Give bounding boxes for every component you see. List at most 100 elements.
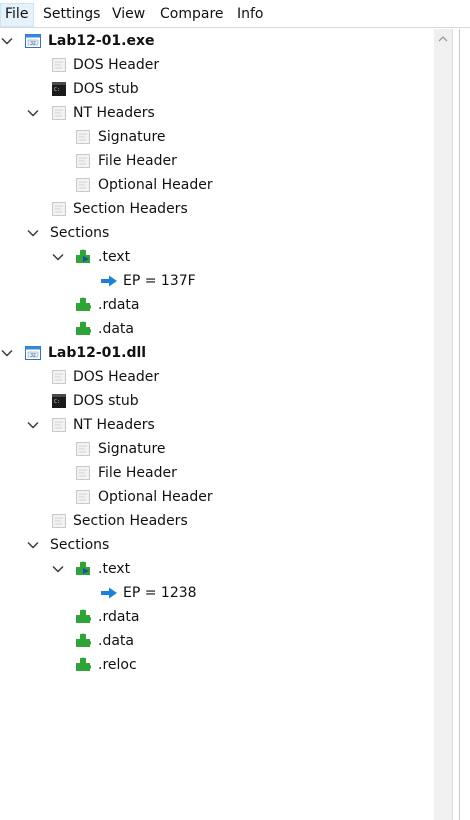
section-icon (74, 629, 92, 653)
menu-file[interactable]: File (0, 3, 34, 27)
tree-item[interactable]: Optional Header (0, 485, 434, 509)
svg-text:32: 32 (30, 41, 36, 47)
tree-item[interactable]: .rdata (0, 293, 434, 317)
tree-item-label: File Header (98, 465, 177, 481)
console-icon: C: (50, 77, 68, 101)
tree-item[interactable]: Signature (0, 437, 434, 461)
tree-item-label: DOS stub (73, 393, 139, 409)
tree-item[interactable]: EP = 137F (0, 269, 434, 293)
exe-window-icon: 32 (24, 29, 42, 53)
tree-item-label: EP = 1238 (123, 585, 197, 601)
tree-item-label: Optional Header (98, 489, 213, 505)
pe-structure-tree[interactable]: 32 Lab12-01.exe DOS Header C: DOS stub NT Hea… (0, 29, 434, 820)
tree-item-label: .rdata (98, 609, 140, 625)
tree-item[interactable]: Optional Header (0, 173, 434, 197)
tree-item-label: Optional Header (98, 177, 213, 193)
svg-text:C:: C: (54, 399, 60, 405)
svg-text:C:: C: (54, 87, 60, 93)
header-icon (74, 125, 92, 149)
section-icon (74, 605, 92, 629)
tree-item-label: DOS stub (73, 81, 139, 97)
chevron-down-icon[interactable] (0, 29, 14, 53)
tree-item[interactable]: Section Headers (0, 197, 434, 221)
tree-item[interactable]: Sections (0, 533, 434, 557)
header-icon (50, 509, 68, 533)
header-icon (74, 437, 92, 461)
tree-item[interactable]: File Header (0, 461, 434, 485)
vertical-scrollbar[interactable] (434, 29, 452, 820)
tree-item[interactable]: 32 Lab12-01.exe (0, 29, 434, 53)
menu-compare[interactable]: Compare (156, 3, 230, 27)
chevron-down-icon[interactable] (51, 245, 65, 269)
tree-item[interactable]: Sections (0, 221, 434, 245)
entry-section-icon (74, 557, 92, 581)
tree-item-label: Lab12-01.exe (48, 33, 155, 49)
header-icon (50, 197, 68, 221)
tree-item-label: .text (98, 249, 131, 265)
tree-item[interactable]: DOS Header (0, 365, 434, 389)
header-icon (74, 461, 92, 485)
menu-bar: File Settings View Compare Info (0, 0, 470, 28)
tree-item-label: File Header (98, 153, 177, 169)
tree-item[interactable]: NT Headers (0, 413, 434, 437)
section-icon (74, 653, 92, 677)
header-icon (50, 101, 68, 125)
adjacent-pane-edge (452, 29, 470, 820)
tree-item[interactable]: EP = 1238 (0, 581, 434, 605)
menu-info[interactable]: Info (233, 3, 269, 27)
tree-item[interactable]: .text (0, 245, 434, 269)
tree-item[interactable]: 32 Lab12-01.dll (0, 341, 434, 365)
tree-item-label: EP = 137F (123, 273, 196, 289)
header-icon (50, 365, 68, 389)
tree-item-label: DOS Header (73, 57, 160, 73)
tree-item[interactable]: C: DOS stub (0, 77, 434, 101)
entry-point-arrow-icon (100, 269, 118, 293)
tree-item-label: NT Headers (73, 417, 155, 433)
tree-item-label: .data (98, 321, 134, 337)
chevron-down-icon[interactable] (26, 101, 40, 125)
header-icon (50, 413, 68, 437)
menu-settings[interactable]: Settings (39, 3, 105, 27)
tree-item-label: Signature (98, 441, 166, 457)
svg-text:32: 32 (30, 353, 36, 359)
chevron-down-icon[interactable] (0, 341, 14, 365)
tree-item-label: Section Headers (73, 201, 188, 217)
header-icon (50, 53, 68, 77)
chevron-up-icon (438, 36, 448, 42)
tree-item[interactable]: Section Headers (0, 509, 434, 533)
header-icon (74, 149, 92, 173)
tree-item-label: Sections (50, 225, 110, 241)
tree-item-label: .rdata (98, 297, 140, 313)
header-icon (74, 173, 92, 197)
tree-item-label: .reloc (98, 657, 137, 673)
menu-view[interactable]: View (108, 3, 153, 27)
entry-point-arrow-icon (100, 581, 118, 605)
chevron-down-icon[interactable] (26, 413, 40, 437)
tree-item-label: Section Headers (73, 513, 188, 529)
tree-item[interactable]: .reloc (0, 653, 434, 677)
tree-item[interactable]: .rdata (0, 605, 434, 629)
tree-item-label: Sections (50, 537, 110, 553)
tree-item[interactable]: .data (0, 317, 434, 341)
chevron-down-icon[interactable] (51, 557, 65, 581)
chevron-down-icon[interactable] (26, 221, 40, 245)
tree-item[interactable]: .data (0, 629, 434, 653)
entry-section-icon (74, 245, 92, 269)
tree-item-label: Signature (98, 129, 166, 145)
scroll-up-button[interactable] (434, 29, 452, 49)
tree-item[interactable]: Signature (0, 125, 434, 149)
console-icon: C: (50, 389, 68, 413)
tree-item[interactable]: NT Headers (0, 101, 434, 125)
chevron-down-icon[interactable] (26, 533, 40, 557)
header-icon (74, 485, 92, 509)
tree-item[interactable]: DOS Header (0, 53, 434, 77)
tree-item-label: Lab12-01.dll (48, 345, 147, 361)
tree-item-label: .text (98, 561, 131, 577)
tree-item[interactable]: C: DOS stub (0, 389, 434, 413)
exe-window-icon: 32 (24, 341, 42, 365)
tree-item[interactable]: .text (0, 557, 434, 581)
tree-item-label: DOS Header (73, 369, 160, 385)
section-icon (74, 317, 92, 341)
tree-item-label: NT Headers (73, 105, 155, 121)
tree-item[interactable]: File Header (0, 149, 434, 173)
